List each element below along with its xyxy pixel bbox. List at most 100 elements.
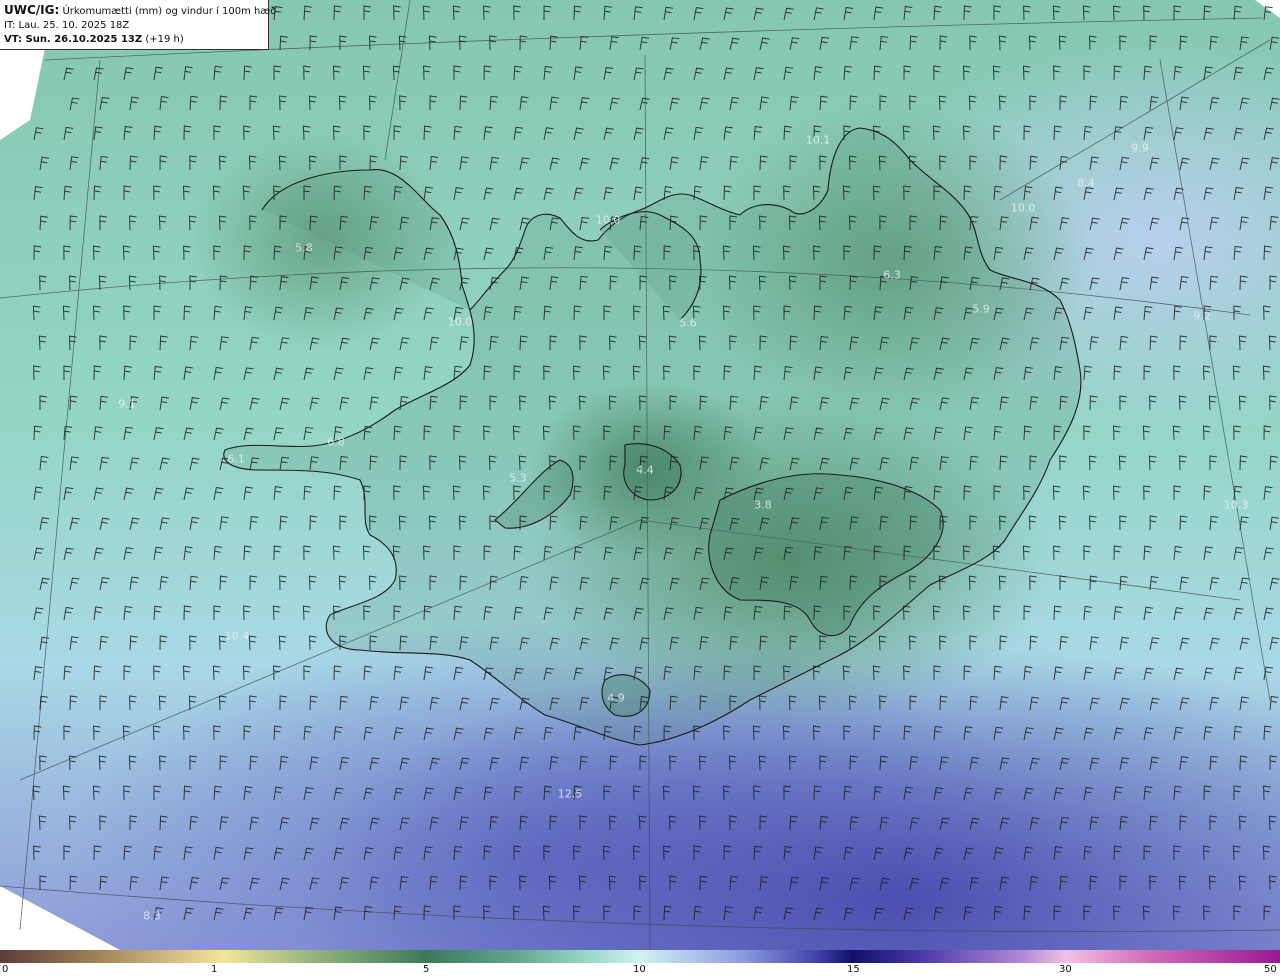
wind-barb xyxy=(903,725,912,741)
wind-barb xyxy=(1149,637,1160,651)
wind-barb xyxy=(1029,575,1037,591)
wind-barb xyxy=(752,725,761,741)
wind-barb xyxy=(1112,485,1121,501)
wind-barb xyxy=(339,877,350,891)
wind-barb xyxy=(1149,96,1159,111)
wind-barb xyxy=(848,695,857,711)
wind-barb xyxy=(459,875,468,891)
value-label-west-sea: 9.1 xyxy=(118,397,136,411)
wind-barb xyxy=(1203,667,1214,681)
wind-barb xyxy=(429,336,440,351)
wind-barb xyxy=(308,575,317,591)
wind-barb xyxy=(758,755,767,771)
wind-barb xyxy=(753,785,761,801)
coastline xyxy=(223,127,1082,746)
wind-barb xyxy=(963,665,972,681)
wind-barb xyxy=(303,906,314,921)
wind-barb xyxy=(302,605,311,621)
wind-barb xyxy=(159,396,169,411)
wind-barb xyxy=(153,125,162,141)
wind-barb xyxy=(633,127,644,141)
wind-barb xyxy=(243,545,252,561)
wind-barb xyxy=(219,275,228,291)
wind-barb xyxy=(152,725,161,741)
wind-barb xyxy=(1113,306,1123,321)
wind-barb xyxy=(1179,515,1188,531)
wind-barb xyxy=(123,845,132,861)
wind-barb xyxy=(1233,425,1241,441)
wind-barb xyxy=(63,845,71,861)
wind-barb xyxy=(759,96,769,111)
wind-barb xyxy=(363,847,374,861)
wind-barb xyxy=(1203,546,1213,561)
wind-barb xyxy=(693,905,703,921)
wind-barb xyxy=(453,125,463,141)
wind-barb xyxy=(248,635,257,651)
wind-barb xyxy=(429,757,440,771)
wind-barb xyxy=(1119,156,1130,171)
wind-barb xyxy=(939,817,950,831)
wind-barb xyxy=(273,725,282,741)
wind-barb xyxy=(512,905,521,921)
wind-barb xyxy=(933,787,944,801)
wind-barb xyxy=(423,65,431,81)
wind-barb xyxy=(93,665,102,681)
wind-barb xyxy=(633,67,644,81)
wind-barb xyxy=(1239,755,1248,771)
wind-barb xyxy=(159,635,168,651)
wind-barb xyxy=(429,816,440,831)
wind-barb xyxy=(99,215,107,231)
wind-barb xyxy=(1178,395,1187,411)
wind-barb xyxy=(1053,787,1064,801)
wind-barb xyxy=(1238,395,1247,411)
wind-barb xyxy=(153,487,164,501)
wind-barb xyxy=(39,215,48,231)
wind-barb xyxy=(1053,605,1062,621)
wind-barb xyxy=(969,155,977,171)
wind-barb xyxy=(843,785,853,801)
wind-barb xyxy=(1083,125,1093,141)
wind-barb xyxy=(909,817,920,831)
wind-barb xyxy=(669,97,680,111)
wind-barb xyxy=(933,65,941,81)
wind-barb xyxy=(1029,635,1038,651)
wind-barb xyxy=(963,787,974,801)
valid-time: VT: Sun. 26.10.2025 13Z xyxy=(4,34,143,45)
wind-barb xyxy=(1173,127,1184,141)
wind-barb xyxy=(123,785,131,801)
wind-barb xyxy=(1239,696,1249,711)
wind-barb xyxy=(549,96,559,111)
wind-barb xyxy=(303,545,311,561)
wind-barb xyxy=(99,456,110,471)
wind-barb xyxy=(909,695,918,711)
wind-barb xyxy=(1232,365,1241,381)
wind-barb xyxy=(453,786,464,801)
wind-barb xyxy=(243,245,252,261)
wind-barb xyxy=(183,427,194,441)
wind-barb xyxy=(123,185,132,200)
wind-barb xyxy=(279,575,287,591)
wind-barb xyxy=(543,726,554,741)
wind-barb xyxy=(1119,217,1130,231)
wind-barb xyxy=(1263,186,1273,201)
wind-barb xyxy=(339,155,347,171)
wind-barb xyxy=(693,126,704,141)
wind-barb xyxy=(513,5,521,21)
wind-barb xyxy=(213,846,224,861)
wind-barb xyxy=(38,815,47,831)
value-label-snaefellsnes-tip: 6.1 xyxy=(227,452,245,466)
wind-barb xyxy=(1233,5,1243,21)
wind-barb xyxy=(273,306,284,321)
wind-barb xyxy=(362,545,371,561)
wind-barb xyxy=(608,875,617,891)
wind-barb xyxy=(99,395,109,411)
wind-barb xyxy=(152,245,161,261)
wind-barb xyxy=(243,786,253,801)
wind-barb xyxy=(272,605,281,621)
wind-barb xyxy=(1119,636,1130,651)
wind-barb xyxy=(249,215,257,231)
wind-barb xyxy=(363,665,372,681)
wind-barb xyxy=(603,905,611,921)
wind-barb xyxy=(818,695,827,711)
wind-barb xyxy=(843,6,854,21)
